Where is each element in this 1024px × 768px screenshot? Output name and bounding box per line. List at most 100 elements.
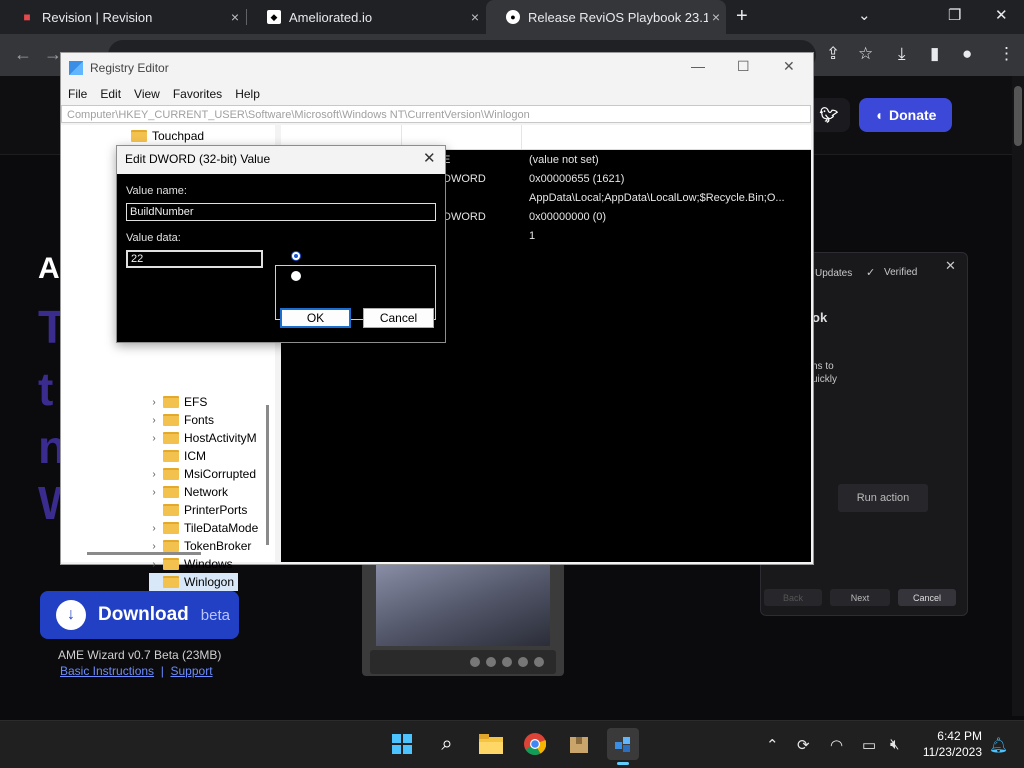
tab-github-release[interactable]: ● Release ReviOS Playbook 23.10 · × — [486, 0, 726, 34]
tray-overflow-chevron-icon[interactable]: ⌃ — [766, 736, 779, 754]
side-panel-icon[interactable]: ▮ — [930, 44, 939, 64]
search-icon[interactable]: ⌕ — [431, 728, 463, 760]
tree-item-windows[interactable]: › Windows — [149, 555, 232, 573]
expand-arrow-icon: › — [152, 396, 156, 408]
run-action-button[interactable]: Run action — [838, 484, 928, 512]
expand-arrow-icon: › — [152, 558, 156, 570]
tree-item-hostactivity[interactable]: › HostActivityM — [149, 429, 257, 447]
close-tab-icon[interactable]: × — [712, 9, 720, 25]
tree-item-msicorrupted[interactable]: › MsiCorrupted — [149, 465, 256, 483]
tv-knob — [502, 657, 512, 667]
close-icon[interactable]: ✕ — [783, 58, 795, 75]
twitter-icon[interactable]: 🐦︎ — [808, 98, 850, 132]
tree-item-tiledatamodel[interactable]: › TileDataMode — [149, 519, 258, 537]
tv-screen-image — [376, 562, 550, 646]
profile-icon[interactable]: ● — [962, 44, 972, 64]
tree-item-label: HostActivityM — [184, 431, 257, 445]
package-app-icon[interactable] — [563, 728, 595, 760]
wizard-cancel-button[interactable]: Cancel — [898, 589, 956, 606]
clock-time: 6:42 PM — [937, 729, 982, 743]
wizard-close-icon[interactable]: ✕ — [945, 258, 956, 274]
close-icon[interactable]: ✕ — [423, 149, 436, 167]
tree-item-fonts[interactable]: › Fonts — [149, 411, 214, 429]
maximize-icon[interactable]: ☐ — [737, 58, 750, 75]
folder-icon — [163, 396, 179, 408]
regedit-app-icon — [69, 61, 83, 75]
tree-item-printerports[interactable]: PrinterPorts — [149, 501, 247, 519]
help-links: Basic Instructions | Support — [60, 664, 213, 678]
menu-kebab-icon[interactable]: ⋮ — [998, 44, 1015, 64]
restore-window-button[interactable]: ❐ — [948, 6, 961, 24]
tree-horizontal-scrollbar[interactable] — [87, 552, 201, 555]
tree-item-label: EFS — [184, 395, 208, 409]
value-name-label: Value name: — [126, 185, 187, 197]
value-type-cell: DWORD — [443, 211, 486, 223]
support-link[interactable]: Support — [171, 664, 213, 678]
tv-control-panel — [370, 650, 556, 674]
back-arrow-icon[interactable]: ← — [14, 44, 32, 65]
share-icon[interactable]: ⇪ — [826, 44, 840, 64]
tv-knob — [470, 657, 480, 667]
tab-revision[interactable]: ■ Revision | Revision × — [0, 0, 245, 34]
cancel-button[interactable]: Cancel — [363, 308, 434, 328]
cloud-download-icon: ↓ — [56, 600, 86, 630]
tree-item-icm[interactable]: ICM — [149, 447, 206, 465]
menu-edit[interactable]: Edit — [100, 87, 121, 101]
column-divider[interactable] — [521, 125, 522, 149]
menu-favorites[interactable]: Favorites — [173, 87, 222, 101]
basic-instructions-link[interactable]: Basic Instructions — [60, 664, 154, 678]
display-icon[interactable]: ▭ — [862, 736, 876, 754]
regedit-titlebar[interactable]: Registry Editor — ☐ ✕ — [61, 53, 813, 83]
expand-arrow-icon: › — [152, 468, 156, 480]
volume-muted-icon[interactable]: 🔇︎ — [890, 736, 899, 753]
ok-button[interactable]: OK — [280, 308, 351, 328]
sync-icon[interactable]: ⟳ — [797, 736, 810, 754]
base-hexadecimal-radio[interactable] — [291, 251, 301, 261]
registry-address-bar[interactable]: Computer\HKEY_CURRENT_USER\Software\Micr… — [61, 105, 811, 123]
new-tab-button[interactable]: + — [736, 5, 748, 28]
download-button[interactable]: ↓ Download beta — [40, 591, 239, 639]
close-tab-icon[interactable]: × — [471, 9, 479, 25]
wizard-next-button[interactable]: Next — [830, 589, 890, 606]
tree-item-label: Fonts — [184, 413, 215, 427]
network-icon[interactable]: ◠ — [830, 736, 843, 754]
donate-button[interactable]: ◖ Donate — [859, 98, 952, 132]
github-icon: ● — [506, 10, 520, 24]
bookmark-star-icon[interactable]: ☆ — [858, 44, 873, 64]
registry-editor-taskbar-icon[interactable] — [607, 728, 639, 760]
download-icon[interactable]: ⤓ — [898, 44, 906, 64]
taskbar-clock[interactable]: 6:42 PM 11/23/2023 — [916, 728, 982, 760]
tree-item-touchpad[interactable]: Touchpad — [117, 127, 204, 145]
close-window-button[interactable]: ✕ — [995, 6, 1008, 24]
tree-vertical-scrollbar[interactable] — [266, 405, 269, 545]
value-data-field[interactable] — [126, 250, 263, 268]
page-scrollbar-thumb[interactable] — [1014, 86, 1022, 146]
minimize-icon[interactable]: — — [691, 58, 705, 74]
tab-title: Release ReviOS Playbook 23.10 · — [528, 9, 708, 25]
base-decimal-radio[interactable] — [291, 271, 301, 281]
value-name-field[interactable] — [126, 203, 436, 221]
tree-item-efs[interactable]: › EFS — [149, 393, 207, 411]
tab-title: Revision | Revision — [42, 9, 153, 25]
regedit-title: Registry Editor — [90, 61, 169, 75]
box-icon — [570, 737, 588, 753]
menu-help[interactable]: Help — [235, 87, 260, 101]
close-tab-icon[interactable]: × — [231, 9, 239, 25]
tab-ameliorated[interactable]: ◆ Ameliorated.io × — [247, 0, 485, 34]
minimize-window-button[interactable]: ⌄ — [858, 6, 871, 24]
menu-view[interactable]: View — [134, 87, 160, 101]
chrome-icon[interactable] — [519, 728, 551, 760]
value-data-label: Value data: — [126, 232, 181, 244]
file-explorer-icon[interactable] — [475, 728, 507, 760]
tree-item-winlogon[interactable]: Winlogon — [149, 573, 239, 591]
value-data-cell: 0x00000000 (0) — [529, 211, 607, 223]
notification-bell-icon[interactable]: 🔔︎ — [989, 736, 1008, 754]
active-app-indicator — [617, 762, 629, 765]
tree-item-network[interactable]: › Network — [149, 483, 228, 501]
page-scrollbar[interactable] — [1012, 76, 1024, 716]
menu-file[interactable]: File — [68, 87, 87, 101]
donate-label: Donate — [889, 107, 937, 123]
wizard-back-button[interactable]: Back — [764, 589, 822, 606]
expand-arrow-icon: › — [152, 414, 156, 426]
windows-start-icon[interactable] — [386, 728, 418, 760]
